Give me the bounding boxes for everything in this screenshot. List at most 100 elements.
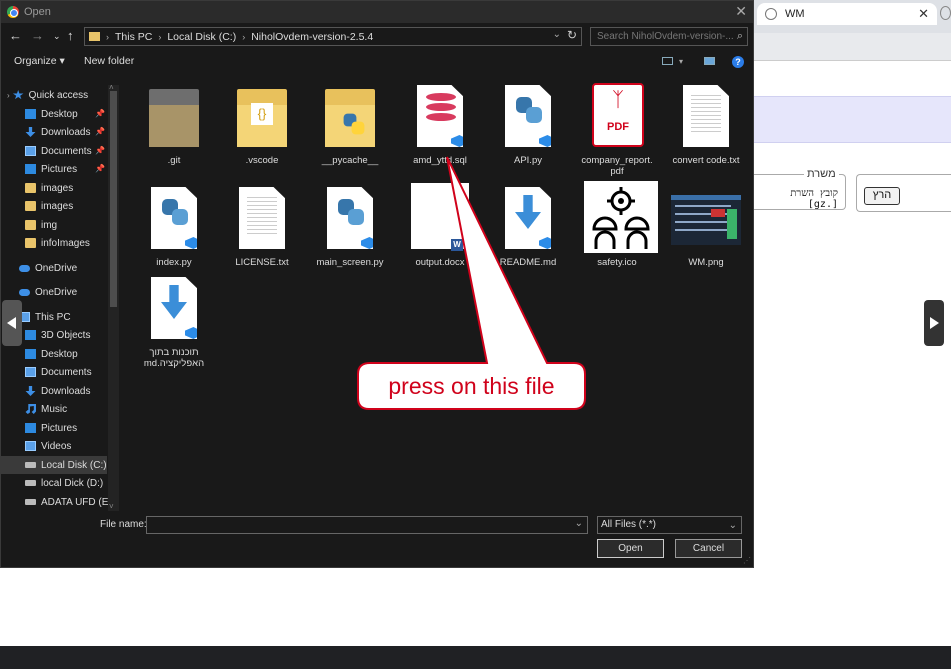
browser-tab-icon[interactable] (940, 6, 951, 20)
file-item[interactable]: ᛉ PDF company_report. pdf (574, 81, 660, 177)
music-icon (25, 404, 36, 414)
nav-onedrive[interactable]: OneDrive (1, 283, 107, 301)
server-legend: משרת (804, 168, 839, 180)
folder-icon (321, 81, 379, 151)
nav-local-disk-c[interactable]: Local Disk (C:) (1, 456, 107, 474)
file-item[interactable]: WM.png (663, 183, 749, 268)
scroll-down-icon[interactable]: ˅ (109, 502, 114, 511)
file-item[interactable]: LICENSE.txt (219, 183, 305, 268)
nav-label: Downloads (41, 126, 91, 138)
chevron-right-icon[interactable]: › (242, 32, 245, 42)
nav-pc-documents[interactable]: Documents (1, 363, 107, 381)
search-input[interactable]: Search NiholOvdem-version-... ⌕ (590, 27, 748, 46)
view-dropdown-icon[interactable]: ▾ (679, 57, 683, 66)
preview-pane-icon[interactable] (704, 57, 715, 65)
text-file-icon (233, 183, 291, 253)
address-bar[interactable]: › This PC › Local Disk (C:) › NiholOvdem… (84, 27, 582, 46)
file-label: README.md (499, 257, 557, 268)
file-item[interactable]: main_screen.py (307, 183, 393, 268)
nav-pictures[interactable]: Pictures 📌 (1, 160, 107, 178)
file-item[interactable]: convert code.txt (663, 81, 749, 166)
forward-arrow-icon[interactable]: → (31, 28, 44, 43)
nav-label: Music (41, 403, 68, 415)
breadcrumb-current-folder[interactable]: NiholOvdem-version-2.5.4 (251, 31, 373, 43)
nav-desktop[interactable]: Desktop 📌 (1, 105, 107, 123)
nav-quick-access[interactable]: › Quick access (1, 86, 107, 104)
server-file-label: קובץ השרת [.gz] (790, 188, 838, 210)
file-label: company_report. pdf (581, 155, 653, 177)
nav-scrollbar[interactable]: ˄ ˅ (108, 83, 119, 511)
nav-documents[interactable]: Documents 📌 (1, 142, 107, 160)
nav-label: Desktop (41, 348, 78, 360)
chevron-right-icon[interactable]: › (158, 32, 161, 42)
file-item-amd-yttd-sql[interactable]: amd_yttd.sql (397, 81, 483, 166)
browser-toolbar (754, 33, 951, 61)
nav-onedrive[interactable]: OneDrive (1, 259, 107, 277)
file-item[interactable]: README.md (485, 183, 571, 268)
cancel-button[interactable]: Cancel (675, 539, 742, 558)
prev-arrow-button[interactable] (2, 300, 22, 346)
file-type-select[interactable]: All Files (*.*) ⌄ (597, 516, 742, 534)
nav-img[interactable]: img (1, 216, 107, 234)
nav-music[interactable]: Music (1, 400, 107, 418)
nav-label: local Dick (D:) (41, 477, 104, 489)
resize-grip-icon[interactable]: ⋰ (743, 556, 751, 565)
file-label: __pycache__ (321, 155, 379, 166)
nav-pc-desktop[interactable]: Desktop (1, 345, 107, 363)
nav-infoimages[interactable]: infoImages (1, 234, 107, 252)
up-arrow-icon[interactable]: ↑ (67, 28, 74, 43)
nav-adata-e[interactable]: ADATA UFD (E:) (1, 493, 115, 511)
close-icon[interactable]: ✕ (735, 3, 747, 20)
nav-images[interactable]: images (1, 197, 107, 215)
organize-button[interactable]: Organize ▾ (14, 55, 65, 67)
chevron-down-icon[interactable]: ⌄ (729, 518, 737, 534)
chevron-down-icon[interactable]: ⌄ (575, 518, 583, 529)
nav-label: Videos (41, 440, 72, 452)
nav-videos[interactable]: Videos (1, 437, 107, 455)
help-icon[interactable]: ? (732, 56, 744, 68)
chevron-down-icon[interactable]: ⌄ (553, 29, 561, 40)
address-row: ← → ⌄ ↑ › This PC › Local Disk (C:) › Ni… (1, 25, 753, 47)
scrollbar-thumb[interactable] (110, 91, 117, 307)
view-options-icon[interactable] (662, 57, 673, 65)
nav-label: Desktop (41, 108, 78, 120)
usb-drive-icon (25, 499, 36, 505)
file-label: API.py (514, 155, 542, 166)
drive-icon (25, 462, 36, 468)
nav-local-disk-d[interactable]: local Dick (D:) (1, 474, 107, 492)
nav-downloads[interactable]: Downloads 📌 (1, 123, 107, 141)
breadcrumb-this-pc[interactable]: This PC (115, 31, 152, 43)
recent-chevron-icon[interactable]: ⌄ (53, 31, 61, 42)
pin-icon: 📌 (95, 146, 105, 155)
browser-tab[interactable]: WM ✕ (757, 3, 937, 25)
file-item[interactable]: safety.ico (574, 181, 660, 268)
file-item[interactable]: API.py (485, 81, 571, 166)
file-item[interactable]: תוכנות בתוך האפליקציה.md (131, 273, 217, 369)
file-item[interactable]: W output.docx (397, 183, 483, 268)
file-name-input[interactable]: ⌄ (146, 516, 588, 534)
file-label: תוכנות בתוך האפליקציה.md (143, 347, 205, 369)
nav-images[interactable]: images (1, 179, 107, 197)
open-button[interactable]: Open (597, 539, 664, 558)
file-item[interactable]: __pycache__ (307, 81, 393, 166)
pdf-file-icon: ᛉ PDF (588, 81, 646, 151)
refresh-icon[interactable]: ↻ (567, 28, 577, 42)
nav-pc-downloads[interactable]: Downloads (1, 382, 107, 400)
breadcrumb-local-disk[interactable]: Local Disk (C:) (167, 31, 236, 43)
new-folder-button[interactable]: New folder (84, 55, 134, 67)
file-item[interactable]: {} .vscode (219, 81, 305, 166)
pictures-icon (25, 423, 36, 433)
file-label: .git (167, 155, 181, 166)
folder-icon (145, 81, 203, 151)
file-item[interactable]: index.py (131, 183, 217, 268)
run-button[interactable]: הרץ (864, 187, 900, 205)
chevron-right-icon[interactable]: › (106, 32, 109, 42)
next-arrow-button[interactable] (924, 300, 944, 346)
back-arrow-icon[interactable]: ← (9, 28, 22, 43)
file-label: .vscode (245, 155, 279, 166)
file-item[interactable]: .git (131, 81, 217, 166)
file-label: convert code.txt (672, 155, 740, 166)
nav-pc-pictures[interactable]: Pictures (1, 419, 107, 437)
close-tab-icon[interactable]: ✕ (918, 6, 929, 22)
file-label: index.py (156, 257, 192, 268)
